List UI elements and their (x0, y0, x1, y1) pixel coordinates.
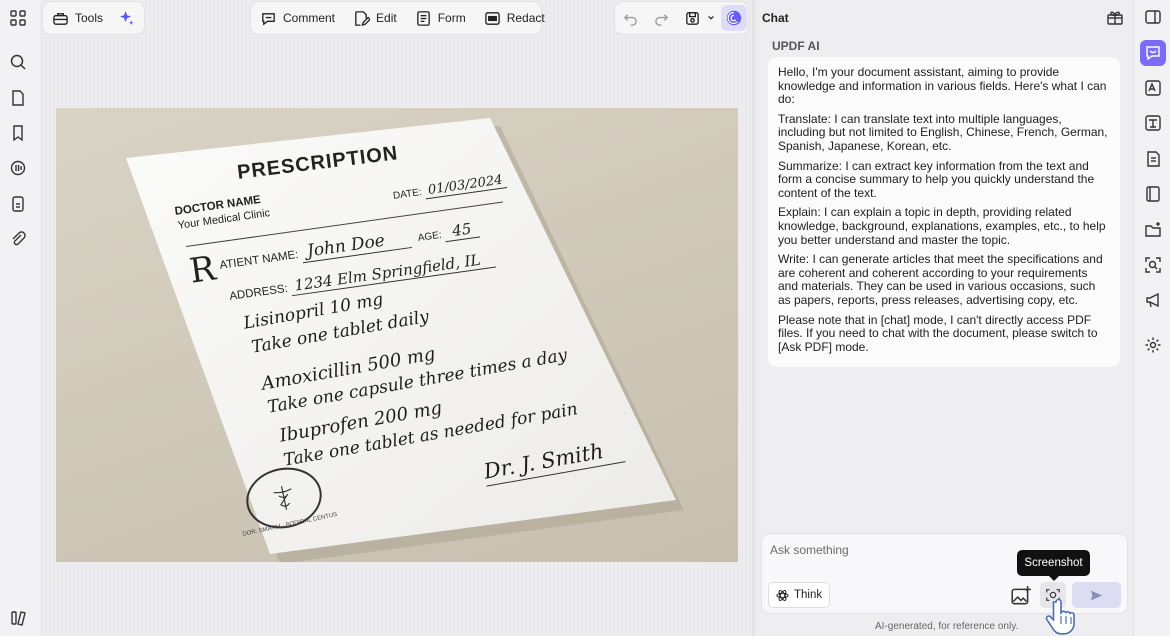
edit-label: Edit (376, 11, 397, 25)
ai-message-bubble: Hello, I'm your document assistant, aimi… (768, 57, 1120, 367)
ai-assistant-name: UPDF AI (772, 39, 820, 53)
tools-group: Tools (43, 2, 144, 34)
history-group (615, 2, 748, 34)
age-value: 45 (443, 218, 481, 243)
gift-icon[interactable] (1106, 8, 1124, 26)
megaphone-icon[interactable] (1141, 288, 1165, 312)
message-paragraph: Please note that in [chat] mode, I can't… (778, 312, 1098, 354)
page-icon[interactable] (6, 86, 30, 110)
screenshot-tooltip: Screenshot (1017, 550, 1090, 581)
ai-swirl-icon (726, 10, 742, 26)
redo-button[interactable] (646, 4, 677, 32)
edit-icon (355, 10, 371, 26)
ocr-search-icon[interactable] (1141, 253, 1165, 277)
message-paragraph: Explain: I can explain a topic in depth,… (778, 205, 1106, 247)
sparkle-icon (119, 10, 134, 25)
form-button[interactable]: Form (406, 4, 475, 32)
translate-icon[interactable] (1141, 111, 1165, 135)
image-add-icon (1011, 586, 1031, 605)
save-button[interactable] (677, 4, 719, 32)
chat-title: Chat (762, 11, 789, 25)
hand-cursor-icon (1045, 598, 1075, 635)
age-label: AGE: (417, 229, 443, 244)
date-field: DATE: 01/03/2024 (392, 172, 508, 203)
message-paragraph: Hello, I'm your document assistant, aimi… (778, 65, 1107, 107)
form-icon (416, 10, 430, 26)
rx-symbol: R (187, 248, 218, 292)
date-value: 01/03/2024 (423, 172, 508, 200)
caduceus-icon (273, 486, 292, 510)
send-icon (1090, 590, 1103, 600)
attachment-icon[interactable] (6, 227, 30, 251)
ai-translate-icon[interactable] (1141, 76, 1165, 100)
redact-button[interactable]: Redact (475, 4, 554, 32)
message-paragraph: Summarize: I can extract key information… (778, 158, 1095, 200)
chat-panel: Chat UPDF AI Hello, I'm your document as… (755, 0, 1133, 636)
panel-toggle-icon[interactable] (1141, 5, 1165, 29)
disclaimer: AI-generated, for reference only. (875, 621, 1019, 632)
prescription-heading: PRESCRIPTION (236, 142, 400, 184)
ai-chat-icon[interactable] (1140, 40, 1166, 66)
comment-list-icon[interactable] (6, 156, 30, 180)
redo-icon (655, 13, 669, 26)
redact-icon (484, 11, 500, 25)
folder-add-icon[interactable] (1141, 218, 1165, 242)
redact-label: Redact (506, 11, 545, 25)
ai-sparkle-button[interactable] (112, 4, 141, 32)
save-icon (686, 11, 699, 25)
left-sidebar (0, 0, 36, 636)
document-page-image: PRESCRIPTION DOCTOR NAME Your Medical Cl… (56, 108, 738, 562)
undo-icon (623, 13, 637, 26)
right-sidebar (1133, 0, 1170, 636)
date-label: DATE: (392, 186, 423, 202)
document-viewer: Tools Comment Edit Form Redact PRESCRIPT… (40, 0, 752, 636)
tools-button[interactable]: Tools (43, 4, 112, 32)
ai-assistant-button[interactable] (721, 5, 747, 31)
comment-button[interactable]: Comment (251, 4, 344, 32)
edit-button[interactable]: Edit (344, 4, 406, 32)
patient-label: ATIENT NAME: (218, 248, 300, 272)
upload-image-button[interactable] (1010, 585, 1032, 607)
toolbox-icon (53, 12, 68, 25)
document-icon[interactable] (6, 192, 30, 216)
chat-input[interactable]: Ask something (770, 543, 849, 557)
doctor-signature: Dr. J. Smith (482, 435, 626, 487)
address-label: ADDRESS: (228, 282, 289, 303)
search-icon[interactable] (6, 50, 30, 74)
atom-icon (776, 589, 789, 601)
book-icon[interactable] (1141, 182, 1165, 206)
think-label: Think (794, 589, 823, 601)
edit-tools-group: Comment Edit Form Redact (251, 2, 545, 34)
layers-icon[interactable] (6, 606, 30, 630)
summarize-icon[interactable] (1141, 147, 1165, 171)
undo-button[interactable] (615, 4, 646, 32)
grid-icon[interactable] (6, 6, 30, 30)
think-button[interactable]: Think (768, 582, 831, 608)
bookmark-icon[interactable] (6, 121, 30, 145)
settings-gear-icon[interactable] (1141, 333, 1165, 357)
form-label: Form (437, 11, 466, 25)
tools-label: Tools (75, 11, 104, 25)
message-paragraph: Write: I can generate articles that meet… (778, 252, 1103, 307)
message-paragraph: Translate: I can translate text into mul… (778, 111, 1108, 153)
comment-icon (262, 12, 275, 25)
patient-value: John Doe (299, 227, 412, 264)
comment-label: Comment (283, 11, 336, 25)
chevron-down-icon (708, 15, 714, 20)
